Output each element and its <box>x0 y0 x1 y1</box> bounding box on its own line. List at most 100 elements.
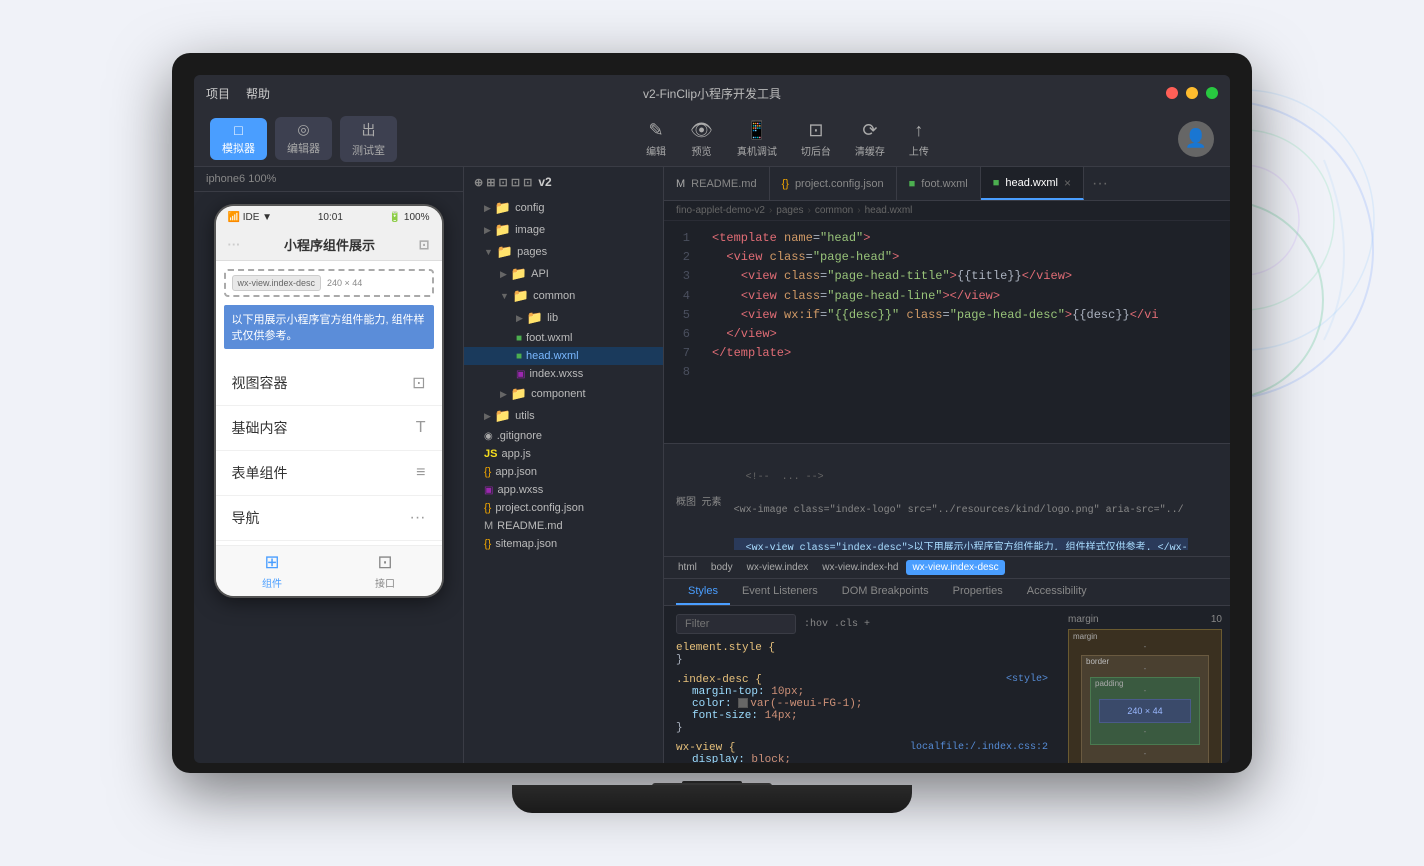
code-line-2: <view class="page-head"> <box>712 248 1218 267</box>
tag-html[interactable]: html <box>672 560 703 575</box>
pseudo-filter[interactable]: :hov .cls + <box>804 619 870 630</box>
tree-project-config[interactable]: {} project.config.json <box>464 499 663 517</box>
css-val: var(--weui-FG-1); <box>750 698 862 710</box>
menu-item-0[interactable]: 视图容器 ⊡ <box>216 361 442 406</box>
tab-simulator[interactable]: □ 模拟器 <box>210 118 267 160</box>
css-source: localfile:/.index.css:2 <box>910 742 1048 754</box>
menu-item-3[interactable]: 导航 ··· <box>216 496 442 541</box>
menu-bar: 项目 帮助 <box>206 85 270 102</box>
tree-label: pages <box>517 246 547 258</box>
breadcrumb-part-2: common <box>815 205 853 216</box>
tab-project-config[interactable]: {} project.config.json <box>770 167 897 200</box>
devtools-tab-properties[interactable]: Properties <box>941 579 1015 605</box>
tab-test[interactable]: 出 测试室 <box>340 116 397 162</box>
filter-input[interactable] <box>676 614 796 634</box>
tab-close-icon[interactable]: × <box>1064 176 1071 190</box>
action-background[interactable]: ⊡ 切后台 <box>801 120 831 158</box>
user-avatar[interactable]: 👤 <box>1178 121 1214 157</box>
api-icon: ⊡ <box>377 552 392 573</box>
tree-sitemap[interactable]: {} sitemap.json <box>464 535 663 553</box>
action-upload[interactable]: ↑ 上传 <box>909 120 929 158</box>
tree-component[interactable]: ▶ 📁 component <box>464 383 663 405</box>
phone-mockup: 📶 IDE ▼ 10:01 🔋 100% ··· 小程序组件展示 ⊡ <box>214 204 444 598</box>
tree-pages[interactable]: ▼ 📁 pages <box>464 241 663 263</box>
tree-label: index.wxss <box>529 368 583 380</box>
css-prop: font-size: <box>676 710 758 722</box>
tag-wx-view-index-hd[interactable]: wx-view.index-hd <box>816 560 904 575</box>
devtools-tab-accessibility[interactable]: Accessibility <box>1015 579 1099 605</box>
tree-foot-wxml[interactable]: ■ foot.wxml <box>464 329 663 347</box>
wxml-icon: ■ <box>993 177 1000 189</box>
tab-label: foot.wxml <box>921 178 967 190</box>
menu-item-icon-2: ≡ <box>416 464 425 482</box>
code-line-3: <view class="page-head-title">{{title}}<… <box>712 267 1218 286</box>
bottom-nav-components[interactable]: ⊞ 组件 <box>216 552 329 590</box>
action-clear-cache[interactable]: ⟳ 清缓存 <box>855 120 885 158</box>
highlight-size: 240 × 44 <box>327 278 362 288</box>
tree-index-wxss[interactable]: ▣ index.wxss <box>464 365 663 383</box>
menu-item-help[interactable]: 帮助 <box>246 85 270 102</box>
tree-utils[interactable]: ▶ 📁 utils <box>464 405 663 427</box>
devtools-tab-dom-breakpoints[interactable]: DOM Breakpoints <box>830 579 941 605</box>
tree-head-wxml[interactable]: ■ head.wxml <box>464 347 663 365</box>
tree-readme[interactable]: M README.md <box>464 517 663 535</box>
menu-item-1[interactable]: 基础内容 T <box>216 406 442 451</box>
tree-gitignore[interactable]: ◉ .gitignore <box>464 427 663 445</box>
tab-foot-wxml[interactable]: ■ foot.wxml <box>897 167 981 200</box>
minimize-button[interactable] <box>1186 87 1198 99</box>
folder-icon: 📁 <box>511 266 527 282</box>
upload-label: 上传 <box>909 143 929 158</box>
tag-body[interactable]: body <box>705 560 739 575</box>
menu-item-2[interactable]: 表单组件 ≡ <box>216 451 442 496</box>
tree-app-wxss[interactable]: ▣ app.wxss <box>464 481 663 499</box>
action-preview[interactable]: 👁 预览 <box>690 120 713 158</box>
bottom-nav-api[interactable]: ⊡ 接口 <box>329 552 442 590</box>
tree-common[interactable]: ▼ 📁 common <box>464 285 663 307</box>
tag-wx-view-index-desc[interactable]: wx-view.index-desc <box>906 560 1004 575</box>
preview-label: 预览 <box>691 143 711 158</box>
tab-label: head.wxml <box>1005 177 1058 189</box>
simulator-icon: □ <box>234 122 242 138</box>
tree-lib[interactable]: ▶ 📁 lib <box>464 307 663 329</box>
arrow-icon: ▼ <box>484 247 493 257</box>
maximize-button[interactable] <box>1206 87 1218 99</box>
tree-config[interactable]: ▶ 📁 config <box>464 197 663 219</box>
color-swatch <box>738 698 748 708</box>
box-model-labels: margin 10 <box>1068 614 1222 625</box>
tree-app-json[interactable]: {} app.json <box>464 463 663 481</box>
clear-cache-icon: ⟳ <box>862 120 877 141</box>
tab-editor[interactable]: ◎ 编辑器 <box>275 117 332 160</box>
code-content[interactable]: <template name="head"> <view class="page… <box>700 221 1230 443</box>
menu-item-icon-3: ··· <box>410 509 426 527</box>
arrow-icon: ▶ <box>484 411 491 422</box>
css-prop: display: <box>676 754 745 763</box>
css-brace: } <box>676 654 683 666</box>
tab-head-wxml[interactable]: ■ head.wxml × <box>981 167 1084 200</box>
breadcrumb-part-3: head.wxml <box>865 205 913 216</box>
filetree-icons: ⊕ ⊞ ⊡ ⊡ ⊡ <box>474 176 532 189</box>
margin-text: margin <box>1073 632 1097 641</box>
phone-nav-bar: ··· 小程序组件展示 ⊡ <box>216 229 442 261</box>
json-icon: {} <box>484 466 491 478</box>
devtools-tab-styles[interactable]: Styles <box>676 579 730 605</box>
screen: 项目 帮助 v2-FinClip小程序开发工具 □ 模拟器 <box>194 75 1230 763</box>
folder-icon: 📁 <box>513 288 529 304</box>
code-area: 1 2 3 4 5 6 7 8 <template name="head"> <… <box>664 221 1230 443</box>
arrow-icon: ▶ <box>516 313 523 324</box>
action-edit[interactable]: ✎ 编辑 <box>646 120 666 158</box>
css-rule-index-desc: .index-desc { <style> margin-top: 10px; … <box>676 674 1048 734</box>
close-button[interactable] <box>1166 87 1178 99</box>
tab-more[interactable]: ··· <box>1084 167 1116 200</box>
arrow-icon: ▼ <box>500 291 509 301</box>
tree-app-js[interactable]: JS app.js <box>464 445 663 463</box>
api-label: 接口 <box>375 575 395 590</box>
tag-wx-view-index[interactable]: wx-view.index <box>741 560 815 575</box>
action-device-debug[interactable]: 📱 真机调试 <box>737 120 777 158</box>
tree-image[interactable]: ▶ 📁 image <box>464 219 663 241</box>
tree-api[interactable]: ▶ 📁 API <box>464 263 663 285</box>
menu-item-project[interactable]: 项目 <box>206 85 230 102</box>
devtools-tab-event-listeners[interactable]: Event Listeners <box>730 579 830 605</box>
phone-nav-more[interactable]: ⊡ <box>419 237 430 253</box>
sep: › <box>769 205 772 216</box>
tab-readme[interactable]: M README.md <box>664 167 770 200</box>
